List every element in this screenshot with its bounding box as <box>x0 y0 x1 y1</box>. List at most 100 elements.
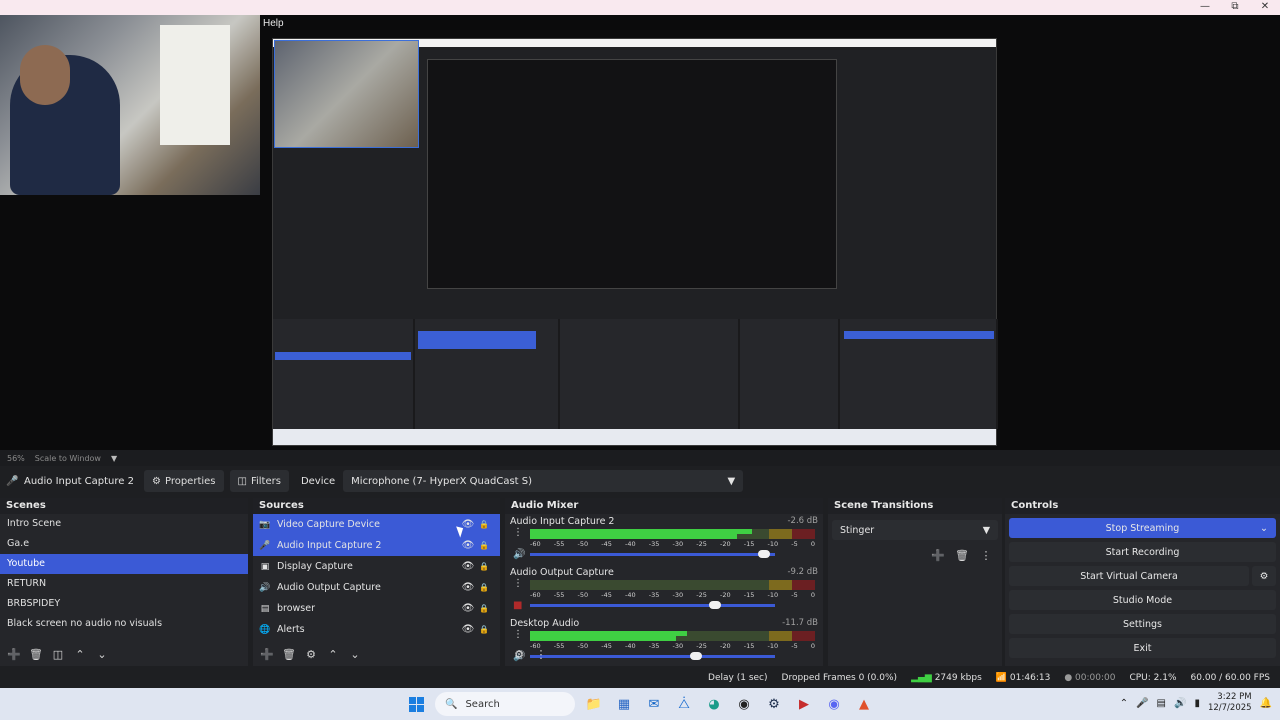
source-item[interactable]: ▣ Display Capture 👁 🔒 <box>253 556 500 577</box>
folder-icon[interactable]: 📁 <box>583 693 605 715</box>
vscode-icon[interactable]: ⧊ <box>673 693 695 715</box>
scene-item-active[interactable]: Youtube <box>0 554 248 574</box>
system-clock[interactable]: 3:22 PM 12/7/2025 <box>1208 692 1252 714</box>
gear-icon[interactable]: ⚙ <box>301 645 321 663</box>
lock-icon[interactable]: 🔒 <box>476 562 492 571</box>
start-virtual-camera-button[interactable]: Start Virtual Camera <box>1009 566 1249 586</box>
arrow-up-icon[interactable]: ⌃ <box>323 645 343 663</box>
menu-dots-icon[interactable]: ⋮ <box>513 578 523 589</box>
menu-dots-icon[interactable]: ⋮ <box>513 527 523 538</box>
filters-button[interactable]: ◫ Filters <box>229 470 289 492</box>
source-item[interactable]: ▤ browser 👁 🔒 <box>253 598 500 619</box>
properties-button[interactable]: ⚙ Properties <box>144 470 224 492</box>
studio-mode-button[interactable]: Studio Mode <box>1009 590 1276 610</box>
muted-icon[interactable]: ■ <box>513 600 522 611</box>
source-label: Display Capture <box>277 561 353 572</box>
network-icon[interactable]: ▤ <box>1157 698 1166 709</box>
eye-icon[interactable]: 👁 <box>460 582 476 593</box>
source-item-selected[interactable]: 🎤 Audio Input Capture 2 👁 🔒 <box>253 535 500 556</box>
add-icon[interactable]: ➕ <box>928 546 948 564</box>
eye-icon[interactable]: 👁 <box>460 540 476 551</box>
menu-dots-icon[interactable]: ⋮ <box>976 546 996 564</box>
gear-icon: ⚙ <box>152 475 161 487</box>
scene-item[interactable]: Black screen no audio no visuals <box>0 614 248 634</box>
filters-label: Filters <box>250 475 281 487</box>
chevron-up-icon[interactable]: ⌃ <box>1120 698 1128 709</box>
scene-item[interactable]: BRBSPIDEY <box>0 594 248 614</box>
eye-icon[interactable]: 👁 <box>460 624 476 635</box>
tick-label: -35 <box>648 591 660 599</box>
trash-icon[interactable]: 🗑 <box>952 546 972 564</box>
restore-icon[interactable]: ⧉ <box>1220 0 1250 15</box>
trash-icon[interactable]: 🗑 <box>279 645 299 663</box>
settings-button[interactable]: Settings <box>1009 614 1276 634</box>
gear-icon[interactable]: ⚙ <box>1252 566 1276 586</box>
meter-ticks: -60 -55 -50 -45 -40 -35 -30 -25 -20 -15 -10 -5 0 <box>530 540 815 548</box>
volume-slider[interactable] <box>530 550 775 558</box>
lock-icon[interactable]: 🔒 <box>476 625 492 634</box>
advanced-audio-icon[interactable]: ⚙ <box>509 645 529 663</box>
lock-icon[interactable]: 🔒 <box>476 520 492 529</box>
slider-knob[interactable] <box>758 550 771 558</box>
source-item[interactable]: 🔊 Audio Output Capture 👁 🔒 <box>253 577 500 598</box>
add-icon[interactable]: ➕ <box>4 645 24 663</box>
webcam-feed <box>0 15 260 195</box>
transition-select[interactable]: Stinger ▼ <box>832 520 998 540</box>
search-placeholder: Search <box>465 698 500 710</box>
brave-icon[interactable]: ▲ <box>853 693 875 715</box>
add-icon[interactable]: ➕ <box>257 645 277 663</box>
discord-icon[interactable]: ◉ <box>823 693 845 715</box>
stop-streaming-button[interactable]: Stop Streaming ⌄ <box>1009 518 1276 538</box>
search-icon: 🔍 <box>445 698 458 710</box>
filter-icon[interactable]: ◫ <box>48 645 68 663</box>
preview-scale-bar: 56% Scale to Window ▼ <box>0 450 1280 466</box>
chevron-down-icon[interactable]: ▼ <box>111 454 117 463</box>
windows-start-icon[interactable] <box>405 693 427 715</box>
trash-icon[interactable]: 🗑 <box>26 645 46 663</box>
close-icon[interactable]: ✕ <box>1250 0 1280 15</box>
lock-icon[interactable]: 🔒 <box>476 583 492 592</box>
tick-label: -5 <box>791 540 798 548</box>
lock-icon[interactable]: 🔒 <box>476 604 492 613</box>
steam-icon[interactable]: ⚙ <box>763 693 785 715</box>
nested-scenes-dock <box>273 319 415 429</box>
source-item[interactable]: 🌐 Alerts 👁 🔒 <box>253 619 500 640</box>
media-player-icon[interactable]: ▶ <box>793 693 815 715</box>
edge-icon[interactable]: ◕ <box>703 693 725 715</box>
device-select[interactable]: Microphone (7- HyperX QuadCast S) ▼ <box>343 470 744 492</box>
channel-name: Audio Input Capture 2 <box>510 516 615 527</box>
notification-icon[interactable]: 🔔 <box>1260 698 1272 709</box>
slider-knob[interactable] <box>709 601 722 609</box>
eye-icon[interactable]: 👁 <box>460 603 476 614</box>
meter-clip-zone <box>792 534 815 539</box>
menu-dots-icon[interactable]: ⋮ <box>513 629 523 640</box>
tick-label: -20 <box>720 591 731 599</box>
scene-item[interactable]: Intro Scene <box>0 514 248 534</box>
battery-icon[interactable]: ▮ <box>1194 698 1200 709</box>
obs-icon[interactable]: ◉ <box>733 693 755 715</box>
microphone-icon[interactable]: 🎤 <box>1136 698 1148 709</box>
arrow-up-icon[interactable]: ⌃ <box>70 645 90 663</box>
arrow-down-icon[interactable]: ⌄ <box>345 645 365 663</box>
menu-dots-icon[interactable]: ⋮ <box>531 645 551 663</box>
preview-canvas[interactable]: Help <box>0 15 1280 450</box>
chevron-down-icon[interactable]: ⌄ <box>1260 523 1268 534</box>
nested-webcam <box>274 40 419 148</box>
stop-streaming-label: Stop Streaming <box>1105 522 1180 534</box>
store-icon[interactable]: ▦ <box>613 693 635 715</box>
speaker-icon[interactable]: 🔊 <box>513 549 525 560</box>
scale-mode[interactable]: Scale to Window <box>35 454 101 463</box>
exit-button[interactable]: Exit <box>1009 638 1276 658</box>
eye-icon[interactable]: 👁 <box>460 561 476 572</box>
taskbar-search[interactable]: 🔍 Search <box>435 692 575 716</box>
volume-icon[interactable]: 🔊 <box>1174 698 1186 709</box>
scene-item[interactable]: Ga.e <box>0 534 248 554</box>
minimize-icon[interactable]: — <box>1190 0 1220 15</box>
volume-slider[interactable] <box>530 601 775 609</box>
lock-icon[interactable]: 🔒 <box>476 541 492 550</box>
start-recording-button[interactable]: Start Recording <box>1009 542 1276 562</box>
arrow-down-icon[interactable]: ⌄ <box>92 645 112 663</box>
outlook-icon[interactable]: ✉ <box>643 693 665 715</box>
globe-icon: 🌐 <box>259 624 271 635</box>
scene-item[interactable]: RETURN <box>0 574 248 594</box>
